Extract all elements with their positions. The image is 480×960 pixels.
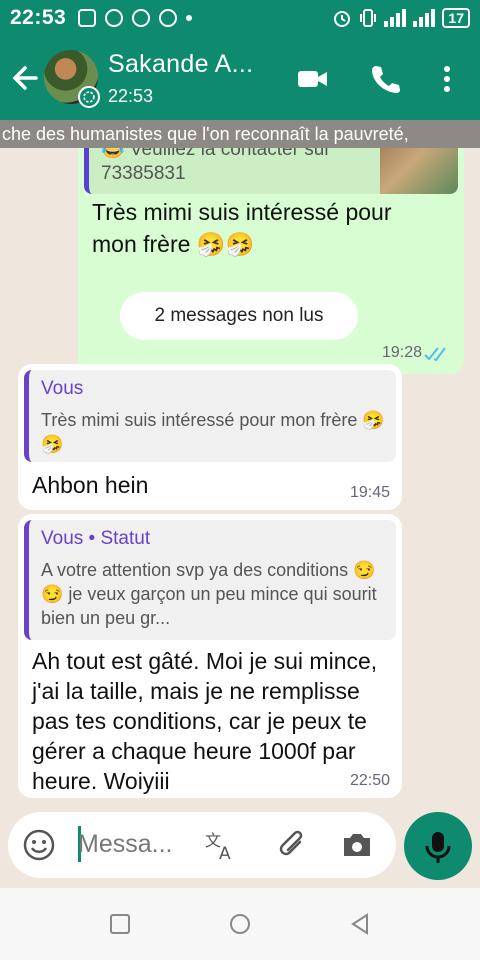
recents-icon[interactable] [108, 912, 132, 936]
attach-icon[interactable] [276, 828, 310, 862]
status-time: 22:53 [10, 6, 67, 29]
phone-icon[interactable] [368, 62, 402, 96]
message-time: 19:45 [349, 484, 390, 501]
quoted-thumbnail [380, 148, 458, 194]
signal-icon [384, 9, 407, 27]
message-time: 22:50 [349, 772, 390, 789]
svg-text:A: A [219, 844, 231, 862]
quoted-message[interactable]: Vous • Statut A votre attention svp ya d… [24, 520, 396, 640]
message-text: Ah tout est gâté. Moi je sui mince, j'ai… [32, 648, 378, 794]
translate-icon[interactable]: 文A [204, 828, 238, 862]
message-input[interactable]: Messa... [78, 830, 172, 859]
android-nav-bar [0, 888, 480, 960]
quoted-text: A votre attention svp ya des conditions … [41, 560, 377, 628]
chat-notification-icon [105, 9, 124, 27]
message-text: Ahbon hein [32, 472, 149, 498]
system-indicators: 17 [332, 8, 470, 28]
emoji-icon[interactable] [22, 828, 56, 862]
vibrate-icon [360, 9, 377, 27]
quote-author: Vous • Statut [41, 528, 151, 549]
more-notifications-dot-icon [186, 15, 193, 21]
back-nav-icon[interactable] [348, 912, 372, 936]
quoted-text: Très mimi suis intéressé pour mon frère … [41, 410, 385, 454]
signal-icon-2 [413, 9, 436, 27]
mic-button[interactable] [404, 812, 472, 880]
incoming-message[interactable]: Vous Très mimi suis intéressé pour mon f… [18, 364, 402, 510]
quote-author: Vous [41, 378, 84, 399]
chat-area[interactable]: Jolie fille en promo, moins cher.😂 Veuil… [0, 148, 480, 808]
message-time: 19:28 [381, 344, 422, 361]
status-ticker: che des humanistes que l'on reconnaît la… [0, 120, 480, 148]
quoted-message[interactable]: Vous Très mimi suis intéressé pour mon f… [24, 370, 396, 462]
quoted-text: Jolie fille en promo, moins cher.😂 Veuil… [101, 148, 331, 184]
incoming-message[interactable]: Vous • Statut A votre attention svp ya d… [18, 514, 402, 798]
alarm-icon [334, 11, 351, 27]
read-ticks-icon [424, 347, 446, 362]
outgoing-message[interactable]: Jolie fille en promo, moins cher.😂 Veuil… [78, 148, 464, 374]
camera-icon[interactable] [340, 828, 374, 862]
disappearing-timer-icon [78, 86, 100, 108]
contact-name[interactable]: Sakande A... [108, 50, 253, 79]
message-text: Très mimi suis intéressé pour mon frère … [92, 199, 392, 257]
home-icon[interactable] [228, 912, 252, 936]
video-call-icon[interactable] [296, 62, 330, 96]
more-vert-icon[interactable] [430, 62, 464, 96]
back-arrow-icon[interactable] [10, 60, 42, 96]
message-composer[interactable]: Messa... 文A [8, 812, 396, 878]
battery-indicator: 17 [442, 8, 470, 28]
unread-banner: 2 messages non lus [120, 292, 358, 340]
quoted-message[interactable]: Jolie fille en promo, moins cher.😂 Veuil… [84, 148, 458, 194]
app-notification-icon [78, 9, 97, 27]
mic-icon [425, 832, 451, 863]
chat-header: Sakande A... 22:53 [0, 36, 480, 120]
status-bar: 22:53 17 [0, 0, 480, 36]
app-notification-icon-2 [132, 9, 151, 27]
last-seen: 22:53 [108, 86, 154, 106]
chat-notification-icon-2 [159, 9, 178, 27]
notification-icons [78, 9, 193, 27]
